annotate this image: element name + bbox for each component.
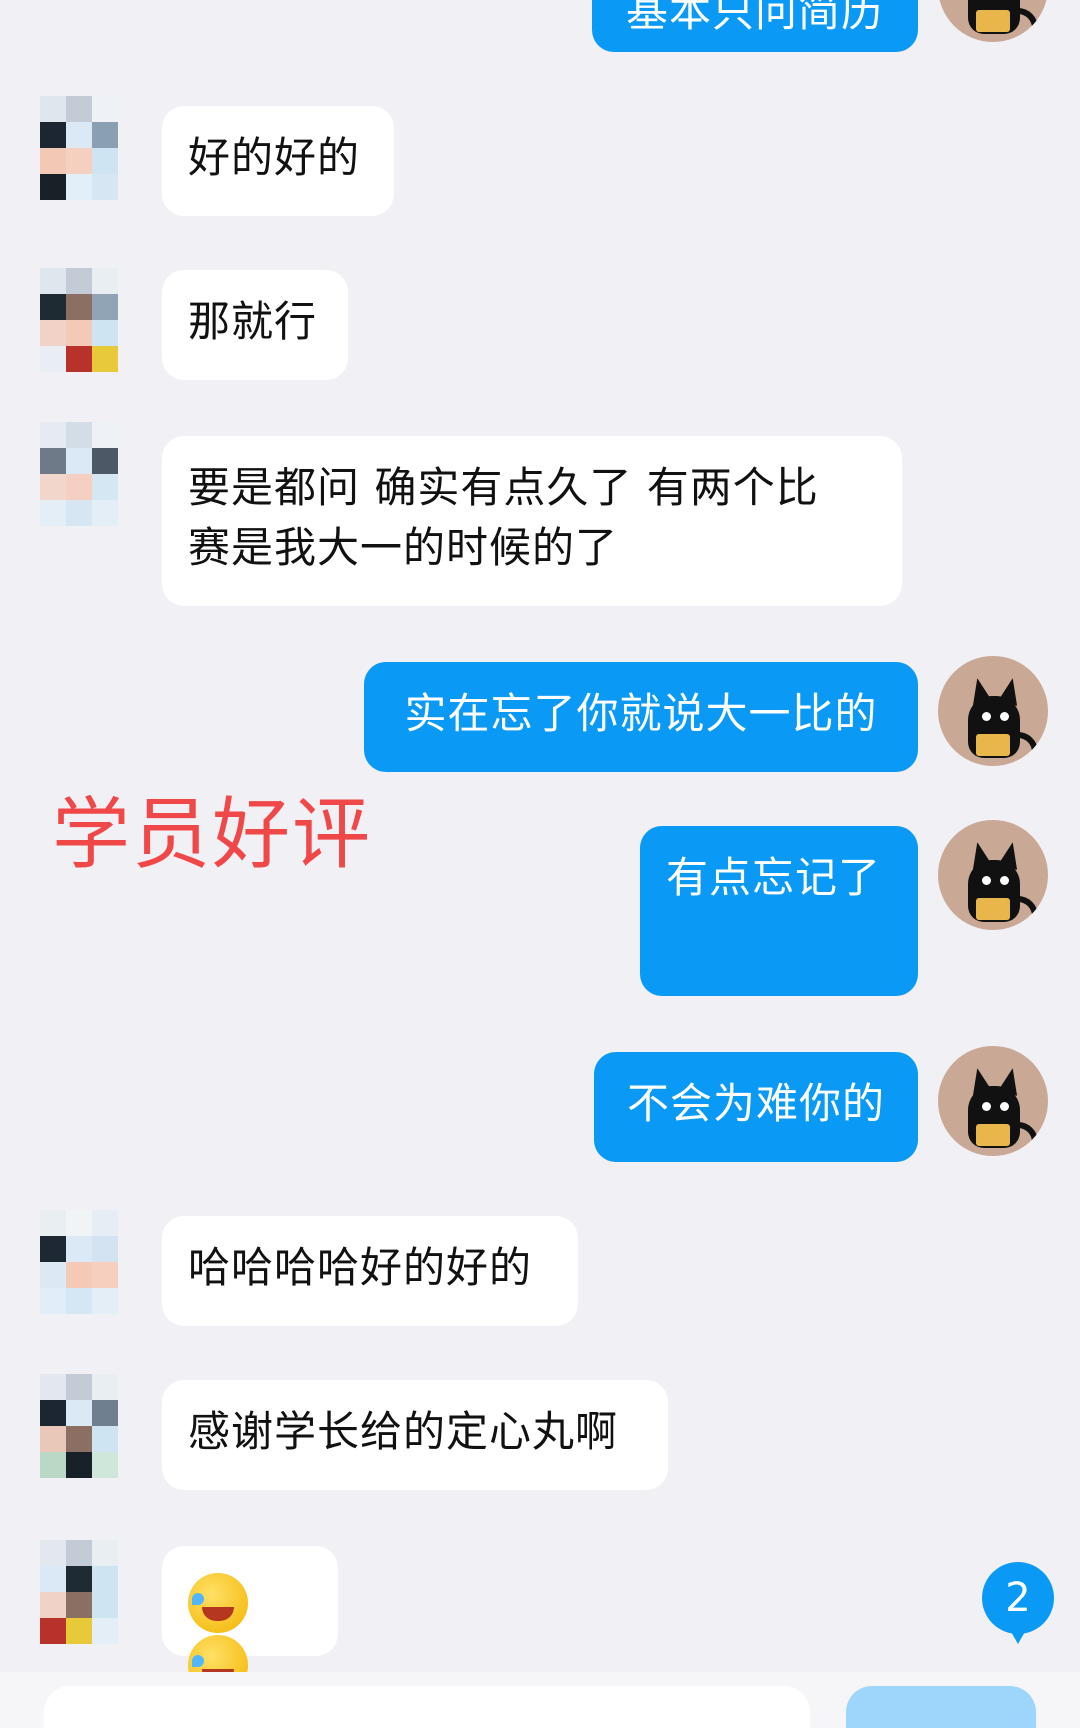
contact-avatar-pixelated[interactable] (22, 422, 132, 532)
contact-avatar-pixelated[interactable] (22, 1540, 132, 1650)
message-bubble-outgoing[interactable]: 不会为难你的 (594, 1052, 918, 1162)
message-text: 基本只问简历 (625, 0, 884, 36)
contact-avatar-pixelated[interactable] (22, 1374, 132, 1484)
laughing-tears-emoji-icon (188, 1572, 248, 1633)
message-bubble-outgoing[interactable]: 基本只问简历 (592, 0, 918, 52)
message-bubble-incoming[interactable]: 要是都问 确实有点久了 有两个比 赛是我大一的时候的了 (162, 436, 902, 606)
contact-avatar-pixelated[interactable] (22, 268, 132, 378)
message-text: 那就行 (188, 297, 318, 346)
message-text: 好的好的 (188, 133, 361, 182)
message-text: 不会为难你的 (626, 1079, 885, 1128)
message-bubble-incoming[interactable]: 好的好的 (162, 106, 394, 216)
message-text: 有点忘记了 (666, 853, 882, 902)
contact-avatar-pixelated[interactable] (22, 96, 132, 206)
self-avatar[interactable] (938, 656, 1048, 766)
message-text: 实在忘了你就说大一比的 (404, 689, 878, 738)
self-avatar[interactable] (938, 820, 1048, 930)
message-bubble-outgoing[interactable]: 有点忘记了 (640, 826, 918, 996)
review-overlay-label: 学员好评 (52, 790, 373, 880)
message-input-bar (0, 1672, 1080, 1728)
self-avatar[interactable] (938, 1046, 1048, 1156)
message-input[interactable] (44, 1686, 810, 1728)
message-text-line: 赛是我大一的时候的了 (188, 523, 619, 572)
message-bubble-incoming[interactable] (162, 1546, 338, 1695)
message-bubble-incoming[interactable]: 哈哈哈哈好的好的 (162, 1216, 578, 1326)
unread-count-badge[interactable]: 2 (982, 1562, 1054, 1644)
message-text: 感谢学长给的定心丸啊 (188, 1407, 619, 1456)
message-bubble-incoming[interactable]: 感谢学长给的定心丸啊 (162, 1380, 668, 1490)
message-bubble-outgoing[interactable]: 实在忘了你就说大一比的 (364, 662, 918, 772)
message-bubble-incoming[interactable]: 那就行 (162, 270, 348, 380)
message-text-line: 要是都问 确实有点久了 有两个比 (188, 463, 819, 512)
contact-avatar-pixelated[interactable] (22, 1210, 132, 1320)
send-button[interactable] (846, 1686, 1036, 1728)
message-text: 哈哈哈哈好的好的 (188, 1243, 533, 1292)
self-avatar[interactable] (938, 0, 1048, 42)
